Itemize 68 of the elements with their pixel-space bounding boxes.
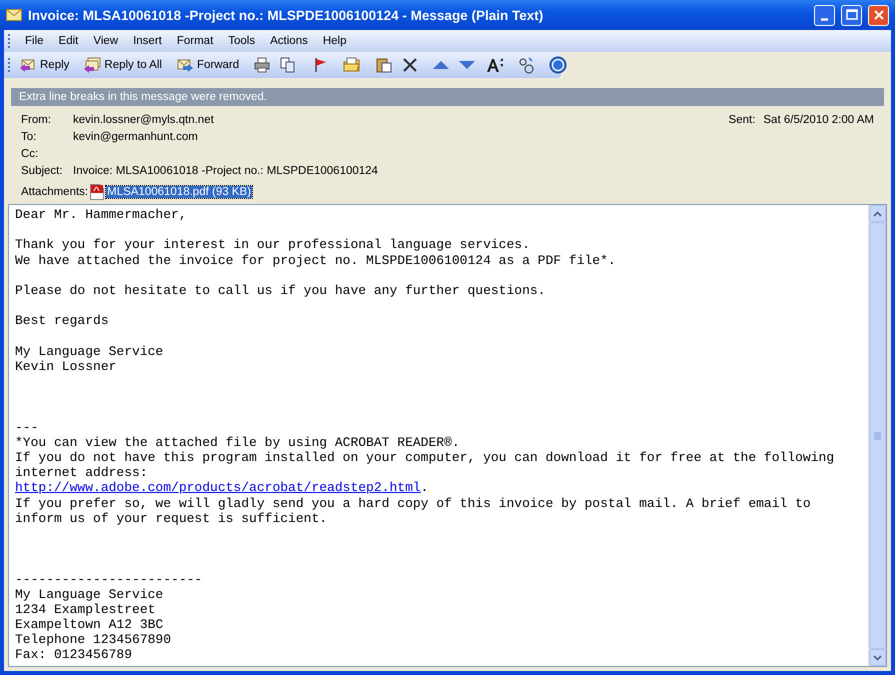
message-line: Best regards [15, 313, 110, 328]
message-line: We have attached the invoice for project no. MLSPDE1006100124 as a PDF file*. [15, 252, 617, 268]
message-line: Kevin Lossner [15, 358, 118, 374]
message-line: internet address: [15, 465, 149, 480]
clipboard-icon [375, 56, 394, 74]
printer-icon [253, 56, 272, 74]
copy-icon [279, 56, 298, 74]
maximize-button[interactable] [841, 4, 862, 26]
message-line: *You can view the attached file by using ACROBAT READER®. [15, 434, 461, 450]
close-button[interactable] [868, 4, 889, 26]
font-size-icon [485, 56, 504, 74]
message-line: --- [15, 420, 40, 435]
message-line: If you do not have this program installed on your computer, you can download it for free at the following [15, 450, 836, 466]
vertical-scrollbar[interactable] [868, 205, 886, 666]
message-line: Exampeltown A12 3BC [15, 617, 164, 632]
message-line: My Language Service [15, 344, 164, 359]
envelope-icon [6, 9, 22, 21]
delete-icon [401, 56, 420, 74]
menu-item[interactable]: Edit [50, 33, 86, 49]
message-line: Please do not hesitate to call us if you have any further questions. [15, 282, 546, 298]
field-label: To: [21, 130, 38, 145]
sender-address: kevin.lossner@myls.qtn.net [73, 113, 214, 128]
minimize-icon [821, 18, 828, 20]
menu-item[interactable]: File [17, 33, 51, 49]
help-icon [549, 56, 568, 74]
pdf-file-icon [90, 184, 104, 200]
scroll-down-icon [873, 654, 882, 660]
up-arrow-icon [433, 61, 450, 69]
menu-item[interactable]: Format [168, 33, 220, 49]
reply-all-envelope-icon [83, 56, 102, 74]
attachment-link[interactable]: MLSA10061018.pdf (93 KB) [106, 186, 252, 198]
close-icon [872, 9, 884, 21]
field-label: Cc: [21, 147, 40, 162]
message-line: inform us of your request is sufficient. [15, 510, 328, 526]
download-link[interactable]: http://www.adobe.com/products/acrobat/readstep2.html [15, 480, 421, 496]
message-line: 1234 Examplestreet [15, 602, 156, 618]
menu-item[interactable]: Tools [220, 33, 262, 49]
sent-date: Sat 6/5/2010 2:00 AM [763, 113, 874, 128]
grip-icon [874, 432, 881, 440]
folder-icon [343, 56, 362, 74]
message-line: Dear Mr. Hammermacher, [15, 207, 188, 222]
punctuation-text: . [420, 480, 428, 496]
message-line: Telephone 1234567890 [15, 632, 172, 648]
menu-item[interactable]: Insert [125, 33, 169, 49]
recipient-address: kevin@germanhunt.com [73, 130, 199, 145]
field-label: Sent: [728, 113, 756, 128]
field-label: Attachments: [21, 186, 88, 198]
toolbar-button[interactable]: Reply [16, 54, 72, 76]
field-label: From: [21, 113, 52, 128]
info-bar: Extra line breaks in this message were removed. [11, 88, 884, 106]
scroll-up-icon [873, 210, 882, 216]
menu-item[interactable]: View [85, 33, 126, 49]
maximize-icon [846, 9, 858, 21]
message-line: My Language Service [15, 586, 164, 602]
field-label: Subject: [21, 164, 64, 179]
toolbar-button[interactable]: Reply to All [80, 54, 165, 76]
toolbar-button[interactable]: Forward [172, 54, 242, 76]
window-title: Invoice: MLSA10061018 -Project no.: MLSPDE1006100124 - Message (Plain Text) [28, 8, 544, 22]
translate-icon [517, 56, 536, 74]
message-line: If you prefer so, we will gladly send you a hard copy of this invoice by postal mail. A brief email to [15, 496, 812, 511]
message-line: ------------------------ [15, 572, 204, 587]
down-arrow-icon [459, 61, 476, 69]
message-line: Fax: 0123456789 [15, 647, 134, 663]
minimize-button[interactable] [814, 4, 835, 26]
menu-item[interactable]: Actions [262, 33, 315, 49]
menu-item[interactable]: Help [314, 33, 354, 49]
subject-text: Invoice: MLSA10061018 -Project no.: MLSPDE1006100124 [73, 164, 379, 179]
message-line: Thank you for your interest in our professional language services. [15, 237, 531, 253]
